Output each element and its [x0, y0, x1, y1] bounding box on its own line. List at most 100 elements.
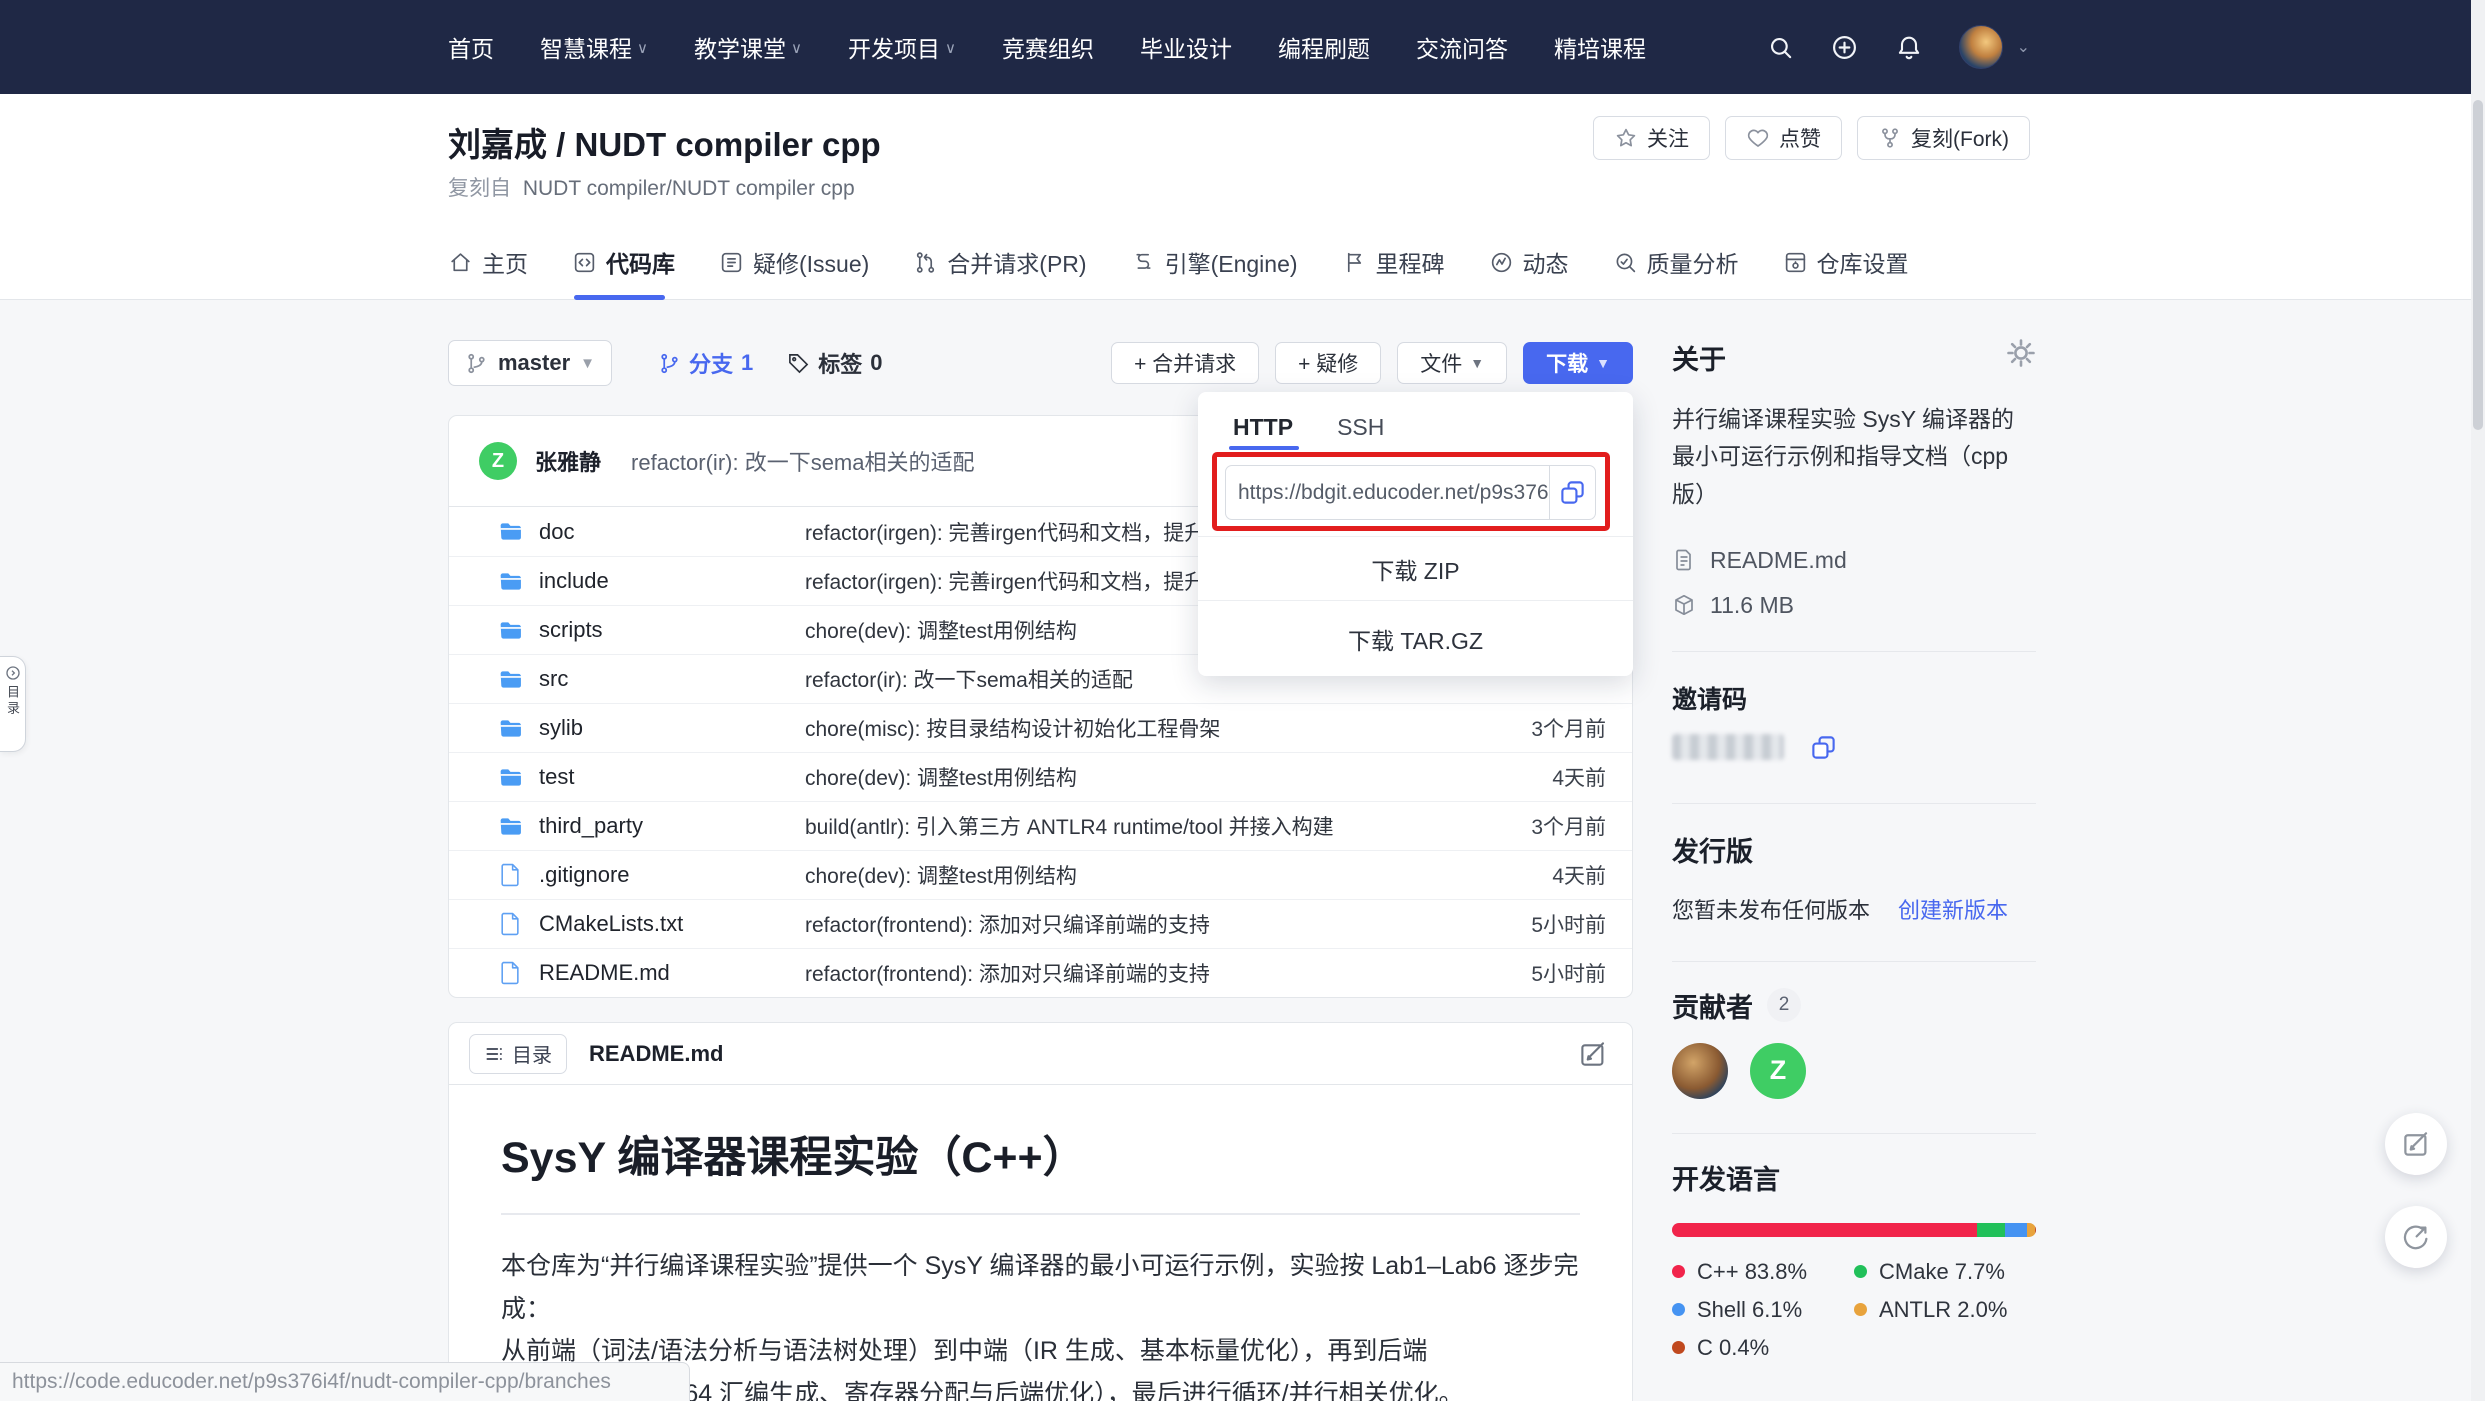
add-icon[interactable]: [1830, 33, 1859, 62]
contributor-avatar[interactable]: [1672, 1043, 1728, 1099]
file-commit-message[interactable]: build(antlr): 引入第三方 ANTLR4 runtime/tool …: [805, 811, 1456, 841]
repo-size-row: 11.6 MB: [1672, 592, 2036, 619]
branch-selector[interactable]: master ▼: [448, 340, 612, 386]
tab-issue[interactable]: 疑修(Issue): [719, 245, 869, 299]
tab-label: 合并请求(PR): [947, 245, 1086, 279]
file-row-CMakeLists.txt[interactable]: CMakeLists.txtrefactor(frontend): 添加对只编译…: [449, 899, 1632, 948]
new-pr-button[interactable]: + 合并请求: [1111, 342, 1259, 384]
file-row-sylib[interactable]: sylibchore(misc): 按目录结构设计初始化工程骨架3个月前: [449, 703, 1632, 752]
tab-settings[interactable]: 仓库设置: [1783, 245, 1909, 299]
tab-code[interactable]: 代码库: [572, 245, 675, 299]
tab-http[interactable]: HTTP: [1233, 414, 1293, 450]
file-commit-message[interactable]: refactor(frontend): 添加对只编译前端的支持: [805, 958, 1456, 988]
file-row-README.md[interactable]: README.mdrefactor(frontend): 添加对只编译前端的支持…: [449, 948, 1632, 997]
chevron-right-circle-icon: [5, 665, 21, 681]
nav-item-2[interactable]: 教学课堂∨: [694, 30, 802, 64]
file-name-link[interactable]: include: [539, 568, 805, 594]
nav-right-icons: ⌄: [1767, 0, 2030, 94]
create-release-link[interactable]: 创建新版本: [1898, 893, 2008, 925]
repo-toolbar: master ▼ 分支 1 标签 0 + 合并请求 + 疑修 文件▼ 下载▼: [448, 340, 1633, 386]
tab-ssh[interactable]: SSH: [1337, 414, 1384, 450]
lang-bar-segment-C: [2035, 1223, 2036, 1237]
about-readme-label: README.md: [1710, 547, 1847, 574]
about-readme-row[interactable]: README.md: [1672, 547, 2036, 574]
nav-item-0[interactable]: 首页: [448, 30, 494, 64]
file-name-link[interactable]: README.md: [539, 960, 805, 986]
scrollbar-track[interactable]: [2471, 0, 2485, 1401]
tab-home[interactable]: 主页: [448, 245, 528, 299]
folder-icon: [499, 767, 523, 788]
files-button[interactable]: 文件▼: [1397, 342, 1507, 384]
file-row-third_party[interactable]: third_partybuild(antlr): 引入第三方 ANTLR4 ru…: [449, 801, 1632, 850]
contributor-avatar[interactable]: Z: [1750, 1043, 1806, 1099]
releases-empty-text: 您暂未发布任何版本: [1672, 893, 1870, 925]
invite-code-row: [1672, 734, 2036, 761]
new-issue-button[interactable]: + 疑修: [1275, 342, 1381, 384]
tags-count: 0: [870, 350, 882, 376]
nav-item-6[interactable]: 编程刷题: [1278, 30, 1370, 64]
file-name-link[interactable]: .gitignore: [539, 862, 805, 888]
nav-item-1[interactable]: 智慧课程∨: [540, 30, 648, 64]
tab-milestone[interactable]: 里程碑: [1342, 245, 1445, 299]
copy-icon[interactable]: [1810, 734, 1837, 761]
file-row-test[interactable]: testchore(dev): 调整test用例结构4天前: [449, 752, 1632, 801]
file-name-link[interactable]: src: [539, 666, 805, 692]
like-button[interactable]: 点赞: [1725, 116, 1842, 160]
download-targz-item[interactable]: 下载 TAR.GZ: [1198, 600, 1633, 676]
user-avatar[interactable]: [1959, 25, 2003, 69]
repo-tabs: 主页代码库疑修(Issue) 合并请求(PR) 引擎(Engine) 里程碑动态质量分…: [448, 245, 1953, 299]
clone-url-input[interactable]: https://bdgit.educoder.net/p9s376i4: [1226, 466, 1549, 519]
chevron-down-icon[interactable]: ⌄: [2017, 37, 2030, 57]
download-button[interactable]: 下载▼: [1523, 342, 1633, 384]
branch-icon: [465, 352, 488, 375]
invite-title: 邀请码: [1672, 680, 2036, 716]
file-name-link[interactable]: test: [539, 764, 805, 790]
edit-icon[interactable]: [1578, 1039, 1608, 1069]
nav-item-5[interactable]: 毕业设计: [1140, 30, 1232, 64]
committer-avatar[interactable]: Z: [479, 442, 517, 480]
file-name-link[interactable]: sylib: [539, 715, 805, 741]
branches-stat[interactable]: 分支 1: [658, 347, 753, 379]
file-commit-message[interactable]: chore(dev): 调整test用例结构: [805, 860, 1456, 890]
watch-button[interactable]: 关注: [1593, 116, 1710, 160]
file-commit-message[interactable]: chore(dev): 调整test用例结构: [805, 762, 1456, 792]
repo-header: 刘嘉成 / NUDT compiler cpp 复刻自 NUDT compile…: [0, 94, 2485, 300]
nav-item-3[interactable]: 开发项目∨: [848, 30, 956, 64]
gear-icon[interactable]: [2006, 338, 2036, 368]
tags-stat[interactable]: 标签 0: [787, 347, 882, 379]
feedback-button[interactable]: [2385, 1113, 2447, 1175]
nav-item-7[interactable]: 交流问答: [1416, 30, 1508, 64]
committer-name[interactable]: 张雅静: [535, 445, 601, 477]
file-commit-message[interactable]: refactor(frontend): 添加对只编译前端的支持: [805, 909, 1456, 939]
engine-icon: [1131, 250, 1156, 275]
download-zip-item[interactable]: 下载 ZIP: [1198, 536, 1633, 600]
file-name-link[interactable]: scripts: [539, 617, 805, 643]
tab-pr[interactable]: 合并请求(PR): [913, 245, 1086, 299]
tab-activity[interactable]: 动态: [1489, 245, 1569, 299]
tab-engine[interactable]: 引擎(Engine): [1131, 245, 1298, 299]
fork-button[interactable]: 复刻(Fork): [1857, 116, 2030, 160]
file-name-link[interactable]: doc: [539, 519, 805, 545]
nav-item-4[interactable]: 竞赛组织: [1002, 30, 1094, 64]
copy-icon[interactable]: [1549, 466, 1595, 519]
package-icon: [1672, 593, 1696, 617]
share-button[interactable]: [2385, 1206, 2447, 1268]
folder-icon: [499, 521, 523, 542]
tab-quality[interactable]: 质量分析: [1613, 245, 1739, 299]
forked-repo-link[interactable]: NUDT compiler/NUDT compiler cpp: [523, 177, 855, 200]
tags-label: 标签: [818, 347, 862, 379]
commit-message[interactable]: refactor(ir): 改一下sema相关的适配: [631, 445, 974, 477]
lang-bar-segment-CMake: [1977, 1223, 2005, 1237]
toc-button[interactable]: 目录: [469, 1034, 567, 1074]
file-row-.gitignore[interactable]: .gitignorechore(dev): 调整test用例结构4天前: [449, 850, 1632, 899]
divider: [1672, 961, 2036, 962]
toc-drawer-handle[interactable]: 目录: [0, 656, 26, 752]
file-name-link[interactable]: third_party: [539, 813, 805, 839]
file-commit-message[interactable]: chore(misc): 按目录结构设计初始化工程骨架: [805, 713, 1456, 743]
file-name-link[interactable]: CMakeLists.txt: [539, 911, 805, 937]
issue-icon: [719, 250, 744, 275]
search-icon[interactable]: [1767, 34, 1794, 61]
bell-icon[interactable]: [1895, 33, 1923, 61]
scrollbar-thumb[interactable]: [2473, 100, 2483, 430]
nav-item-8[interactable]: 精培课程: [1554, 30, 1646, 64]
